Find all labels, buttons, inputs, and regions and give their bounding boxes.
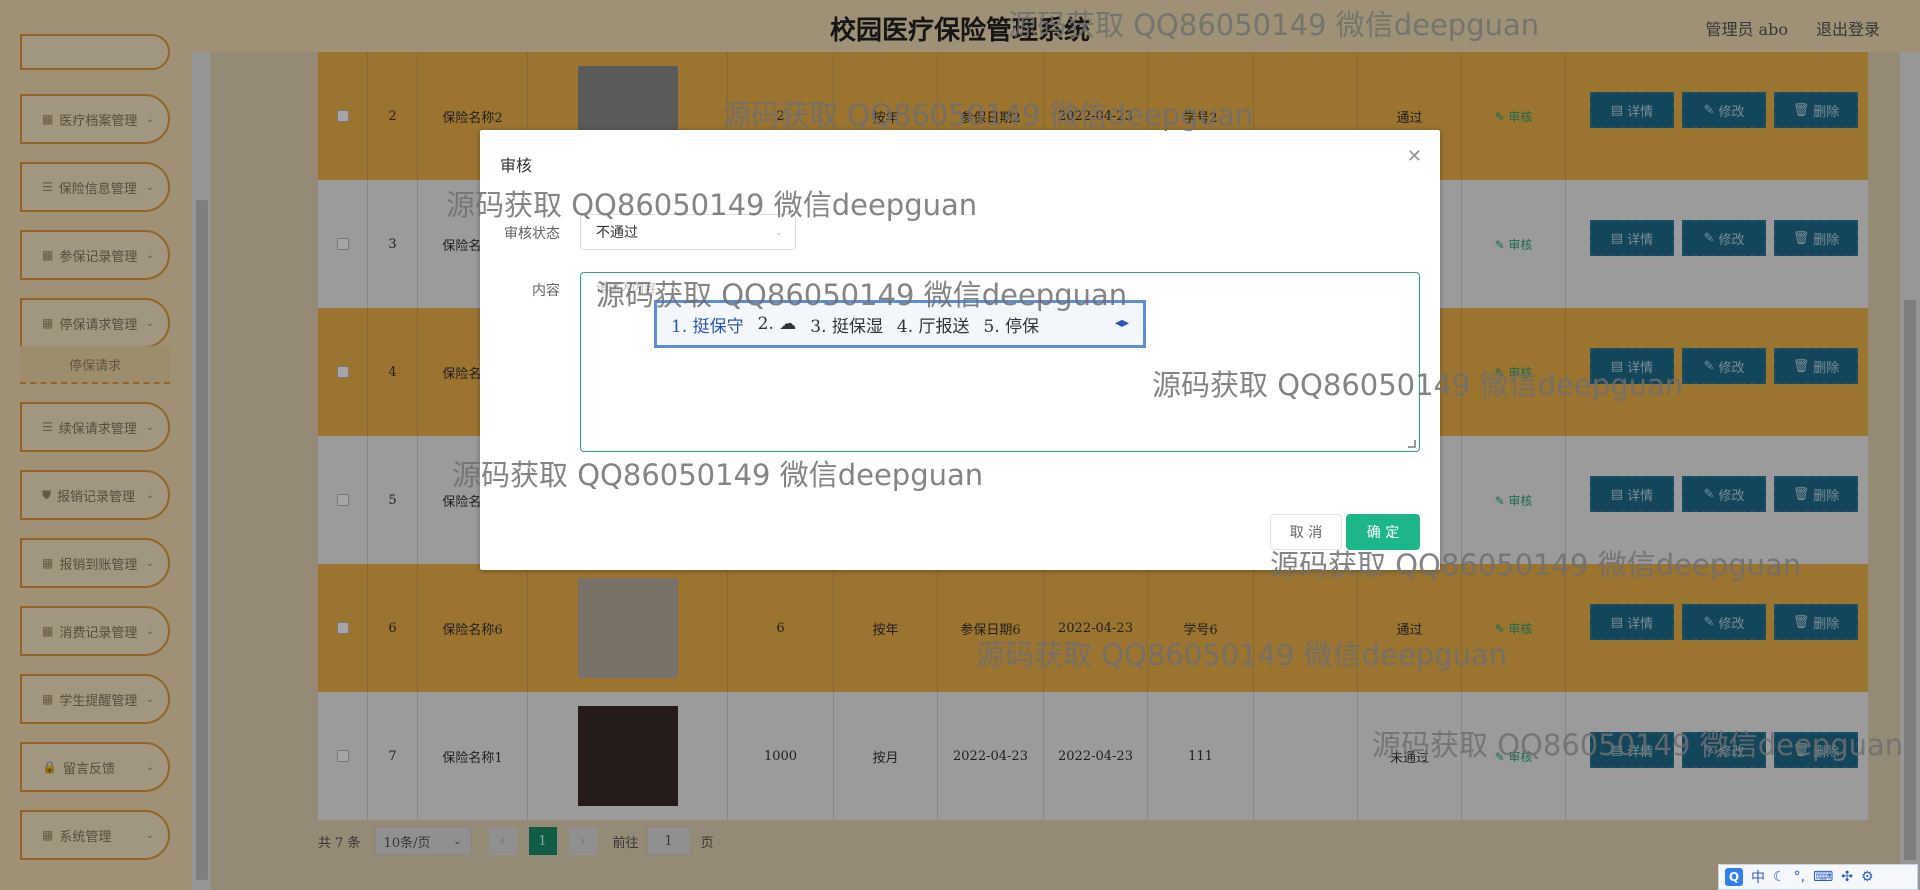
keyboard-icon[interactable]: ⌨ <box>1813 869 1833 885</box>
ime-candidate-5[interactable]: 5. 停保 <box>984 312 1040 337</box>
confirm-button[interactable]: 确 定 <box>1346 514 1420 550</box>
chevron-down-icon: ⌄ <box>774 226 783 238</box>
ime-candidate-window: 1. 挺保守 2. ☁ 3. 挺保湿 4. 厅报送 5. 停保 ◂▸ <box>654 300 1146 348</box>
ime-lang-toggle[interactable]: 中 <box>1751 867 1765 887</box>
tools-icon[interactable]: ✣ <box>1841 869 1853 885</box>
moon-icon[interactable]: ☾ <box>1773 869 1786 885</box>
audit-dialog: 审核 ✕ 审核状态 不通过 ⌄ 内容 请输入内容 取 消 确 定 <box>480 130 1440 570</box>
ime-candidate-2[interactable]: 2. ☁ <box>758 314 797 334</box>
settings-icon[interactable]: ⚙ <box>1861 869 1874 885</box>
dialog-title: 审核 <box>500 156 533 175</box>
content-label: 内容 <box>532 283 560 299</box>
resize-handle[interactable] <box>1408 440 1416 448</box>
status-label: 审核状态 <box>504 226 560 242</box>
qq-input-icon[interactable]: Q <box>1725 868 1743 886</box>
status-select[interactable]: 不通过 ⌄ <box>580 214 796 250</box>
ime-page-arrows-icon[interactable]: ◂▸ <box>1115 315 1129 331</box>
ime-candidate-1[interactable]: 1. 挺保守 <box>671 312 744 337</box>
close-icon[interactable]: ✕ <box>1407 146 1422 167</box>
quote-icon[interactable]: °, <box>1794 869 1805 885</box>
ime-candidate-3[interactable]: 3. 挺保湿 <box>810 312 883 337</box>
textarea-placeholder: 请输入内容 <box>596 281 657 295</box>
ime-candidate-4[interactable]: 4. 厅报送 <box>897 312 970 337</box>
cancel-button[interactable]: 取 消 <box>1270 514 1342 550</box>
content-textarea[interactable]: 请输入内容 <box>580 272 1420 452</box>
ime-toolbar: Q 中 ☾ °, ⌨ ✣ ⚙ <box>1718 864 1918 890</box>
